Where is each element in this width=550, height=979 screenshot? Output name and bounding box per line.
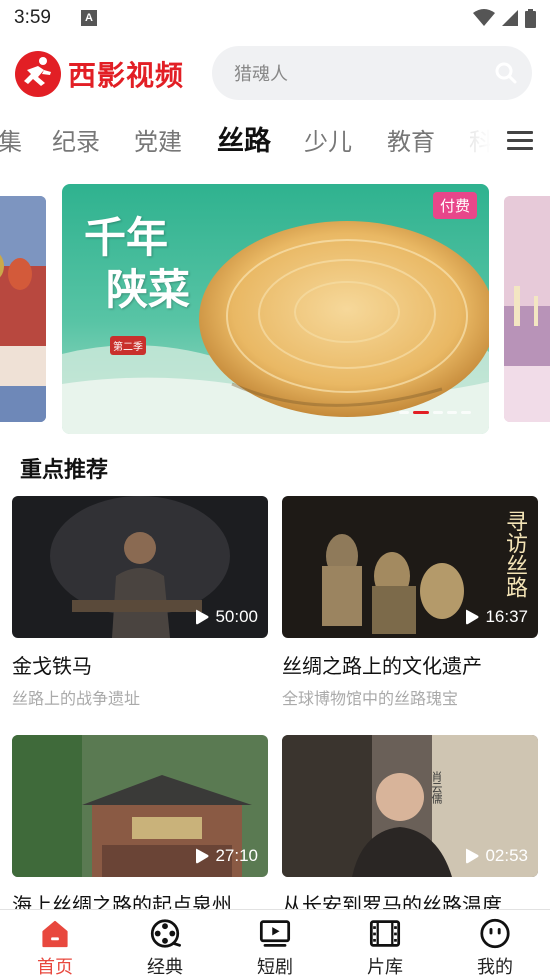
city-night-image (504, 196, 550, 422)
app-logo[interactable]: 西影视频 (14, 50, 184, 98)
nav-classics[interactable]: 经典 (110, 910, 220, 979)
category-menu-button[interactable] (490, 114, 550, 166)
search-icon[interactable] (494, 61, 518, 85)
video-thumbnail[interactable]: 50:00 (12, 496, 268, 638)
film-strip-icon (369, 920, 401, 947)
nav-label: 短剧 (257, 957, 293, 978)
play-icon (466, 848, 479, 864)
play-icon (196, 609, 209, 625)
nav-home[interactable]: 首页 (0, 910, 110, 979)
duration-text: 50:00 (215, 607, 258, 626)
profile-face-icon (480, 918, 510, 949)
play-screen-icon (259, 920, 291, 947)
battery-icon (525, 8, 536, 28)
duration-text: 02:53 (485, 846, 528, 865)
carousel-dot-active[interactable] (413, 411, 429, 414)
banner-carousel[interactable]: 付费 千年 陕菜 第二季 (0, 184, 550, 436)
home-icon (42, 920, 68, 948)
banner-title: 千年 陕菜 (84, 212, 190, 316)
app-header: 西影视频 猎魂人 (0, 44, 550, 102)
carousel-dot[interactable] (447, 411, 457, 414)
video-card[interactable]: 寻访丝路 16:37 丝绸之路上的文化遗产 全球博物馆中的丝路瑰宝 (282, 496, 538, 709)
carousel-dot[interactable] (433, 411, 443, 414)
video-card[interactable]: 27:10 海上丝绸之路的起点泉州 (12, 735, 268, 918)
tab-party-building[interactable]: 党建 (134, 122, 182, 157)
carousel-dot[interactable] (461, 411, 471, 414)
tab-documentary[interactable]: 纪录 (52, 122, 100, 157)
section-title: 重点推荐 (20, 458, 109, 483)
carousel-dot[interactable] (399, 411, 409, 414)
thumbnail-overlay-text: 寻访丝路 (502, 510, 527, 598)
video-title[interactable]: 丝绸之路上的文化遗产 (282, 650, 538, 679)
cathedral-image (0, 196, 46, 422)
film-reel-icon (150, 919, 181, 948)
carousel-prev-card[interactable] (0, 196, 46, 422)
video-card[interactable]: 肖云儒 02:53 从长安到罗马的丝路温度 (282, 735, 538, 918)
video-thumbnail[interactable]: 27:10 (12, 735, 268, 877)
bottom-nav: 首页 经典 短剧 片库 我的 (0, 909, 550, 979)
video-duration: 02:53 (463, 846, 528, 866)
status-time: 3:59 (14, 7, 51, 28)
video-duration: 16:37 (463, 607, 528, 627)
notification-a-icon: A (80, 10, 97, 26)
duration-text: 16:37 (485, 607, 528, 626)
search-placeholder: 猎魂人 (234, 64, 288, 85)
thumbnail-overlay-text: 肖云儒 (430, 771, 443, 804)
running-figure-logo-icon (15, 51, 61, 97)
nav-label: 片库 (367, 957, 403, 978)
banner-title-line1: 千年 (84, 213, 169, 262)
paid-badge: 付费 (432, 192, 477, 219)
nav-mine[interactable]: 我的 (440, 910, 550, 979)
wifi-icon (473, 9, 495, 26)
video-thumbnail[interactable]: 肖云儒 02:53 (282, 735, 538, 877)
tab-silk-road[interactable]: 丝路 (217, 119, 271, 158)
duration-text: 27:10 (215, 846, 258, 865)
play-icon (196, 848, 209, 864)
category-tabs: 集 纪录 党建 丝路 少儿 教育 科 (0, 114, 550, 166)
video-duration: 50:00 (193, 607, 258, 627)
tabs-fade-overlay (442, 114, 492, 166)
carousel-next-card[interactable] (504, 196, 550, 422)
hamburger-menu-icon (507, 131, 533, 150)
tab-kids[interactable]: 少儿 (304, 122, 352, 157)
nav-short-drama[interactable]: 短剧 (220, 910, 330, 979)
status-icons (473, 8, 536, 28)
banner-season-seal: 第二季 (110, 336, 146, 355)
search-bar[interactable]: 猎魂人 (212, 46, 532, 100)
play-icon (466, 609, 479, 625)
tab-education[interactable]: 教育 (387, 122, 435, 157)
video-duration: 27:10 (193, 846, 258, 866)
nav-label: 经典 (147, 957, 183, 978)
video-card[interactable]: 50:00 金戈铁马 丝路上的战争遗址 (12, 496, 268, 709)
app-logo-text: 西影视频 (68, 59, 185, 92)
nav-label: 我的 (477, 957, 513, 978)
tab-ji[interactable]: 集 (0, 122, 22, 157)
video-thumbnail[interactable]: 寻访丝路 16:37 (282, 496, 538, 638)
video-subtitle: 丝路上的战争遗址 (12, 689, 141, 708)
nav-label: 首页 (37, 957, 73, 978)
video-subtitle: 全球博物馆中的丝路瑰宝 (282, 689, 459, 708)
banner-title-line2: 陕菜 (106, 265, 191, 314)
nav-library[interactable]: 片库 (330, 910, 440, 979)
featured-banner[interactable]: 付费 千年 陕菜 第二季 (62, 184, 489, 434)
cell-signal-icon (502, 10, 518, 26)
status-bar: 3:59 A (0, 0, 550, 36)
carousel-dots (399, 411, 471, 414)
video-title[interactable]: 金戈铁马 (12, 650, 268, 679)
